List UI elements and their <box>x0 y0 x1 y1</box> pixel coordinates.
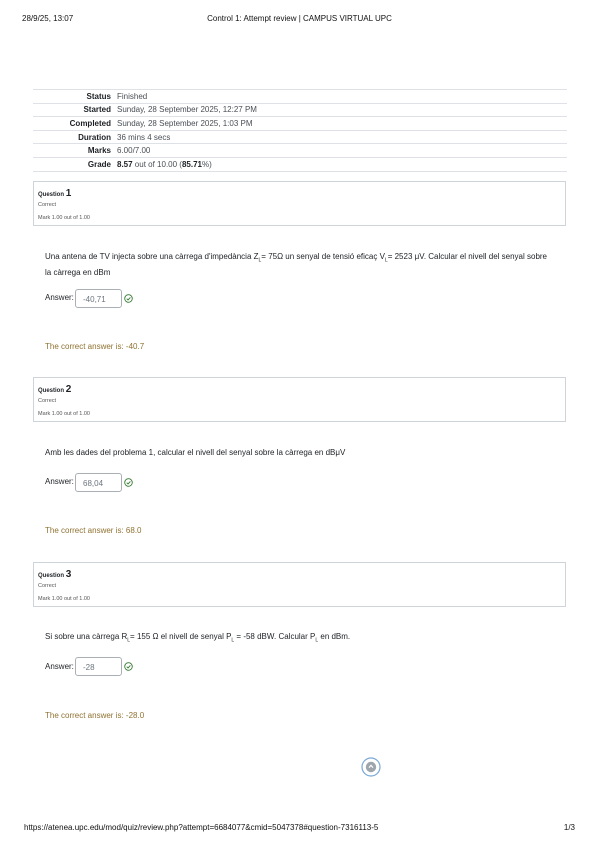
question-number: Question 2 <box>38 384 72 395</box>
summary-value: Sunday, 28 September 2025, 1:03 PM <box>117 118 253 128</box>
summary-value: Finished <box>117 91 148 101</box>
summary-label: Status <box>86 91 111 101</box>
attempt-summary-table: Status Finished Started Sunday, 28 Septe… <box>33 89 567 172</box>
answer-input[interactable]: -40,71 <box>75 289 122 308</box>
question-number: Question 3 <box>38 569 72 580</box>
grade-end: %) <box>201 159 212 169</box>
print-url: https://atenea.upc.edu/mod/quiz/review.p… <box>24 823 379 832</box>
right-answer: The correct answer is: -28.0 <box>45 711 145 720</box>
summary-label: Completed <box>69 118 111 128</box>
summary-grade-value: 8.57 out of 10.00 (85.71%) <box>117 157 567 171</box>
summary-label: Grade <box>87 159 111 169</box>
print-page-number: 1/3 <box>563 823 575 832</box>
answer-input[interactable]: -28 <box>75 657 122 676</box>
answer-label: Answer: <box>45 293 74 302</box>
question-2-text: Amb les dades del problema 1, calcular e… <box>45 448 346 457</box>
question-grade: Mark 1.00 out of 1.00 <box>38 596 90 602</box>
print-page-title: Control 1: Attempt review | CAMPUS VIRTU… <box>207 14 392 23</box>
print-footer: https://atenea.upc.edu/mod/quiz/review.p… <box>0 823 599 837</box>
summary-value: 36 mins 4 secs <box>117 132 171 142</box>
grade-score: 8.57 <box>117 159 133 169</box>
right-answer: The correct answer is: -40.7 <box>45 342 145 351</box>
question-3-text: Si sobre una càrrega RL= 155 Ω el nivell… <box>45 632 351 644</box>
page-nav-circle-icon[interactable] <box>361 757 381 777</box>
summary-row-duration: Duration 36 mins 4 secs <box>33 130 567 144</box>
right-answer: The correct answer is: 68.0 <box>45 526 142 535</box>
question-state: Correct <box>38 202 57 208</box>
answer-input[interactable]: 68,04 <box>75 473 122 492</box>
question-state: Correct <box>38 398 57 404</box>
summary-row-marks: Marks 6.00/7.00 <box>33 143 567 158</box>
summary-row-started: Started Sunday, 28 September 2025, 12:27… <box>33 103 567 117</box>
summary-value: Sunday, 28 September 2025, 12:27 PM <box>117 105 257 115</box>
summary-label: Marks <box>87 146 111 156</box>
check-circle-icon <box>124 662 133 671</box>
question-3-info: Question 3 Correct Mark 1.00 out of 1.00 <box>33 562 566 607</box>
summary-value: 6.00/7.00 <box>117 146 151 156</box>
answer-label: Answer: <box>45 662 74 671</box>
question-2-info: Question 2 Correct Mark 1.00 out of 1.00 <box>33 377 566 422</box>
question-grade: Mark 1.00 out of 1.00 <box>38 215 90 221</box>
summary-row-completed: Completed Sunday, 28 September 2025, 1:0… <box>33 116 567 131</box>
question-1-text: Una antena de TV injecta sobre una càrre… <box>45 252 547 277</box>
question-state: Correct <box>38 583 57 589</box>
check-circle-icon <box>124 294 133 303</box>
print-header: 28/9/25, 13:07 Control 1: Attempt review… <box>0 14 599 28</box>
question-grade: Mark 1.00 out of 1.00 <box>38 411 90 417</box>
question-number: Question 1 <box>38 188 72 199</box>
check-circle-icon <box>124 478 133 487</box>
summary-label: Started <box>83 105 111 115</box>
grade-percent: 85.71 <box>181 159 202 169</box>
answer-label: Answer: <box>45 477 74 486</box>
grade-middle: out of 10.00 ( <box>132 159 182 169</box>
summary-row-status: Status Finished <box>33 89 567 104</box>
summary-row-grade: Grade 8.57 out of 10.00 (85.71%) <box>33 157 567 172</box>
question-1-info: Question 1 Correct Mark 1.00 out of 1.00 <box>33 181 566 226</box>
summary-label: Duration <box>78 132 111 142</box>
